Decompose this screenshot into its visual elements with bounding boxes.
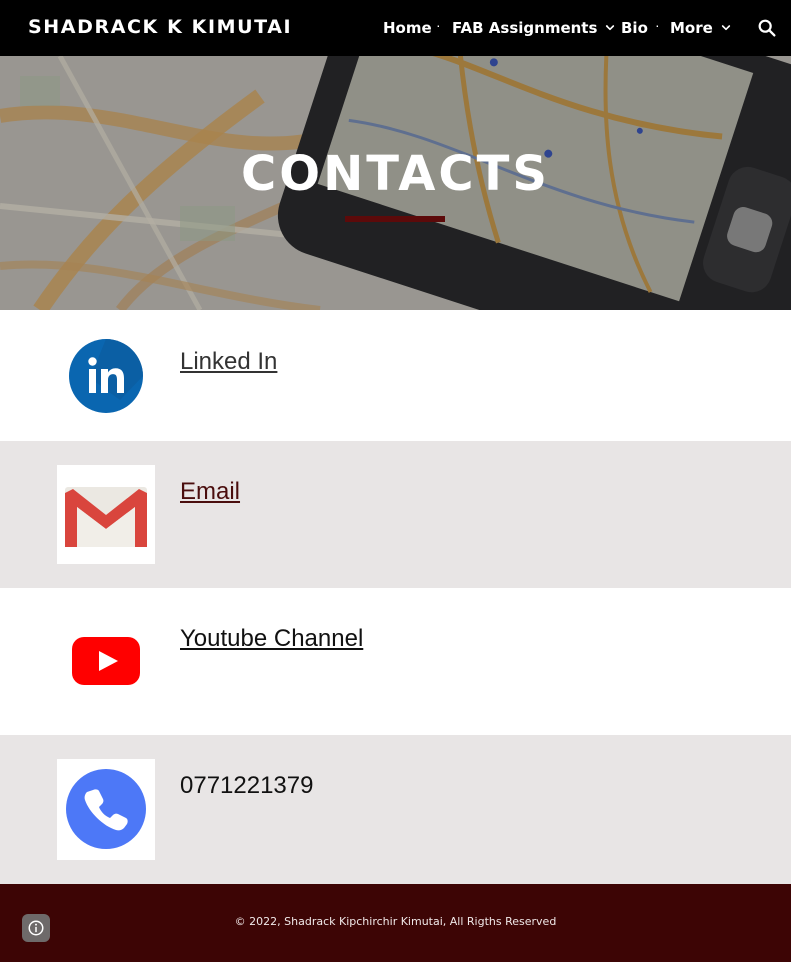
contact-row-youtube: Youtube Channel [0, 588, 791, 735]
phone-number: 0771221379 [180, 772, 314, 799]
nav-separator: · [655, 17, 660, 33]
email-link[interactable]: Email [180, 478, 240, 506]
nav-separator: · [436, 17, 441, 33]
search-icon[interactable] [756, 17, 778, 39]
contact-row-email: Email [0, 441, 791, 588]
nav-bio-label: Bio [621, 19, 648, 37]
nav-more-label: More [670, 19, 713, 37]
contact-row-phone: 0771221379 [0, 735, 791, 884]
chevron-down-icon[interactable] [718, 20, 734, 36]
youtube-channel-link[interactable]: Youtube Channel [180, 625, 363, 653]
page-title: CONTACTS [241, 146, 550, 202]
linkedin-link[interactable]: Linked In [180, 348, 277, 376]
nav-bio[interactable]: Bio [621, 19, 648, 37]
nav-more[interactable]: More [670, 19, 734, 37]
linkedin-icon[interactable] [68, 338, 144, 414]
youtube-icon[interactable] [72, 637, 140, 685]
nav-separator: · [605, 17, 610, 33]
gmail-icon[interactable] [63, 485, 149, 549]
copyright-text: © 2022, Shadrack Kipchirchir Kimutai, Al… [234, 915, 557, 928]
contact-row-linkedin: Linked In [0, 310, 791, 441]
phone-icon-frame [57, 759, 155, 860]
nav-fab-assignments-label: FAB Assignments [452, 19, 598, 37]
phone-icon[interactable] [65, 768, 147, 850]
site-footer: © 2022, Shadrack Kipchirchir Kimutai, Al… [0, 884, 791, 962]
site-title[interactable]: SHADRACK K KIMUTAI [28, 16, 292, 38]
top-navigation-bar: SHADRACK K KIMUTAI Home · FAB Assignment… [0, 0, 791, 56]
nav-home[interactable]: Home [383, 19, 432, 37]
title-underline-divider [345, 216, 445, 222]
hero-banner: CONTACTS [0, 56, 791, 310]
nav-fab-assignments[interactable]: FAB Assignments [452, 19, 618, 37]
nav-home-label: Home [383, 19, 432, 37]
gmail-icon-frame [57, 465, 155, 564]
